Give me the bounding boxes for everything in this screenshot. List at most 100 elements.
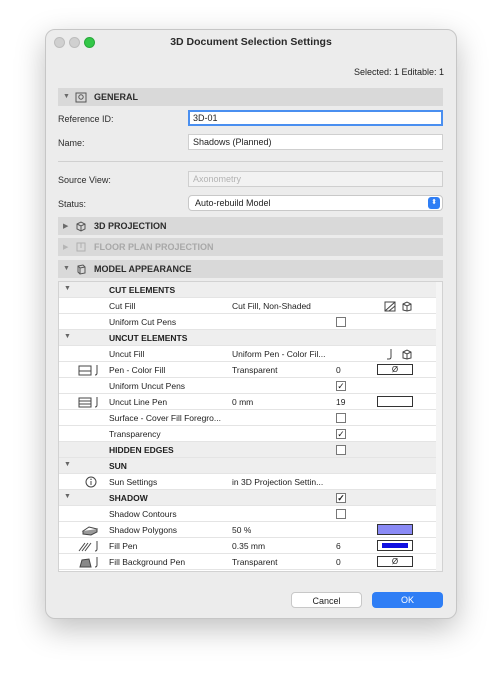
row-uncut-fill[interactable]: Uncut Fill Uniform Pen - Color Fil... (59, 346, 442, 362)
table-scrollbar[interactable] (436, 282, 442, 571)
row-label: Cut Fill (109, 301, 136, 311)
pen-color-swatch[interactable] (377, 396, 413, 407)
section-model-appearance-label: MODEL APPEARANCE (94, 264, 192, 274)
ok-button[interactable]: OK (372, 592, 443, 608)
info-icon (85, 476, 97, 488)
disclosure-down-icon: ▼ (64, 333, 71, 340)
name-input[interactable]: Shadows (Planned) (188, 134, 443, 150)
section-floor-plan-projection: ▶ FLOOR PLAN PROJECTION (58, 238, 443, 256)
row-label: Uncut Fill (109, 349, 145, 359)
source-view-label: Source View: (58, 175, 111, 185)
transparent-swatch[interactable]: Ø (377, 364, 413, 375)
group-label: SUN (109, 461, 127, 471)
pen-number[interactable]: 0 (336, 557, 341, 567)
group-label: SHADOW (109, 493, 148, 503)
hidden-edges-checkbox[interactable] (336, 445, 346, 455)
section-3d-projection[interactable]: ▶ 3D PROJECTION (58, 217, 443, 235)
row-label: Transparency (109, 429, 161, 439)
group-hidden-edges[interactable]: HIDDEN EDGES (59, 442, 442, 458)
row-value[interactable]: Cut Fill, Non-Shaded (232, 301, 311, 311)
title-bar: 3D Document Selection Settings (46, 30, 456, 54)
status-label: Status: (58, 199, 87, 209)
reference-id-input[interactable]: 3D-01 (188, 110, 443, 126)
group-sun[interactable]: ▼ SUN (59, 458, 442, 474)
disclosure-down-icon: ▼ (64, 461, 71, 468)
row-shadow-contours[interactable]: Shadow Contours (59, 506, 442, 522)
pen-number[interactable]: 0 (336, 365, 341, 375)
row-cut-fill[interactable]: Cut Fill Cut Fill, Non-Shaded (59, 298, 442, 314)
shadow-polygon-icon (81, 526, 99, 536)
row-uncut-line-pen[interactable]: Uncut Line Pen 0 mm 19 (59, 394, 442, 410)
shadow-checkbox[interactable]: ✓ (336, 493, 346, 503)
row-label: Fill Background Pen (109, 557, 186, 567)
pen-number[interactable]: 6 (336, 541, 341, 551)
row-value[interactable]: Uniform Pen - Color Fil... (232, 349, 326, 359)
row-fill-pen[interactable]: Fill Pen 0.35 mm 6 (59, 538, 442, 554)
row-label: Shadow Polygons (109, 525, 178, 535)
row-label: Uniform Uncut Pens (109, 381, 186, 391)
3d-projection-icon (76, 221, 86, 232)
window-title: 3D Document Selection Settings (170, 36, 332, 48)
row-uniform-uncut-pens[interactable]: Uniform Uncut Pens ✓ (59, 378, 442, 394)
cancel-button[interactable]: Cancel (291, 592, 362, 608)
row-label: Uniform Cut Pens (109, 317, 177, 327)
selection-status: Selected: 1 Editable: 1 (353, 67, 444, 77)
uniform-cut-pens-checkbox[interactable] (336, 317, 346, 327)
uniform-uncut-pens-checkbox[interactable]: ✓ (336, 381, 346, 391)
pen-color-fill-icon (78, 365, 98, 376)
row-transparency[interactable]: Transparency ✓ (59, 426, 442, 442)
hatch-pen-icon (78, 541, 98, 552)
row-label: Sun Settings (109, 477, 158, 487)
fill-type-icon (384, 301, 412, 312)
status-select-value: Auto-rebuild Model (195, 198, 271, 208)
group-label: HIDDEN EDGES (109, 445, 174, 455)
disclosure-down-icon: ▼ (64, 285, 71, 292)
shadow-contours-checkbox[interactable] (336, 509, 346, 519)
row-uniform-cut-pens[interactable]: Uniform Cut Pens (59, 314, 442, 330)
surface-cover-checkbox[interactable] (336, 413, 346, 423)
source-view-field: Axonometry (188, 171, 443, 187)
disclosure-down-icon: ▼ (63, 265, 70, 272)
transparent-swatch[interactable]: Ø (377, 556, 413, 567)
status-select[interactable]: Auto-rebuild Model ⬍ (188, 195, 443, 211)
row-value: Transparent (232, 557, 278, 567)
select-arrows-icon: ⬍ (428, 197, 440, 209)
row-sun-settings[interactable]: Sun Settings in 3D Projection Settin... (59, 474, 442, 490)
group-cut-elements[interactable]: ▼ CUT ELEMENTS (59, 282, 442, 298)
row-label: Fill Pen (109, 541, 138, 551)
separator (58, 161, 443, 162)
group-label: UNCUT ELEMENTS (109, 333, 188, 343)
group-label: CUT ELEMENTS (109, 285, 176, 295)
row-pen-color-fill[interactable]: Pen - Color Fill Transparent 0 Ø (59, 362, 442, 378)
shadow-color-swatch[interactable] (377, 524, 413, 535)
disclosure-right-icon: ▶ (63, 244, 69, 251)
section-floor-plan-label: FLOOR PLAN PROJECTION (94, 242, 214, 252)
line-pen-icon (78, 397, 98, 408)
floor-plan-icon (76, 242, 86, 252)
pen-color-swatch[interactable] (377, 540, 413, 551)
group-shadow[interactable]: ▼ SHADOW ✓ (59, 490, 442, 506)
row-shadow-polygons[interactable]: Shadow Polygons 50 % (59, 522, 442, 538)
pen-number[interactable]: 19 (336, 397, 345, 407)
dialog-window: 3D Document Selection Settings Selected:… (45, 29, 457, 619)
name-label: Name: (58, 138, 85, 148)
row-value: Transparent (232, 365, 278, 375)
row-value[interactable]: 50 % (232, 525, 251, 535)
group-uncut-elements[interactable]: ▼ UNCUT ELEMENTS (59, 330, 442, 346)
section-model-appearance[interactable]: ▼ MODEL APPEARANCE (58, 260, 443, 278)
row-surface-cover[interactable]: Surface - Cover Fill Foregro... (59, 410, 442, 426)
row-value[interactable]: in 3D Projection Settin... (232, 477, 323, 487)
pen-color-bar (382, 543, 408, 548)
row-value: 0 mm (232, 397, 254, 407)
pen-fill-icon (387, 349, 412, 360)
section-general[interactable]: ▼ GENERAL (58, 88, 443, 106)
disclosure-down-icon: ▼ (63, 93, 70, 100)
disclosure-down-icon: ▼ (64, 493, 71, 500)
row-value: 0.35 mm (232, 541, 266, 551)
disclosure-right-icon: ▶ (63, 223, 69, 230)
transparency-checkbox[interactable]: ✓ (336, 429, 346, 439)
section-3d-projection-label: 3D PROJECTION (94, 221, 167, 231)
row-fill-background-pen[interactable]: Fill Background Pen Transparent 0 Ø (59, 554, 442, 570)
model-appearance-icon (77, 264, 86, 275)
row-label: Uncut Line Pen (109, 397, 168, 407)
